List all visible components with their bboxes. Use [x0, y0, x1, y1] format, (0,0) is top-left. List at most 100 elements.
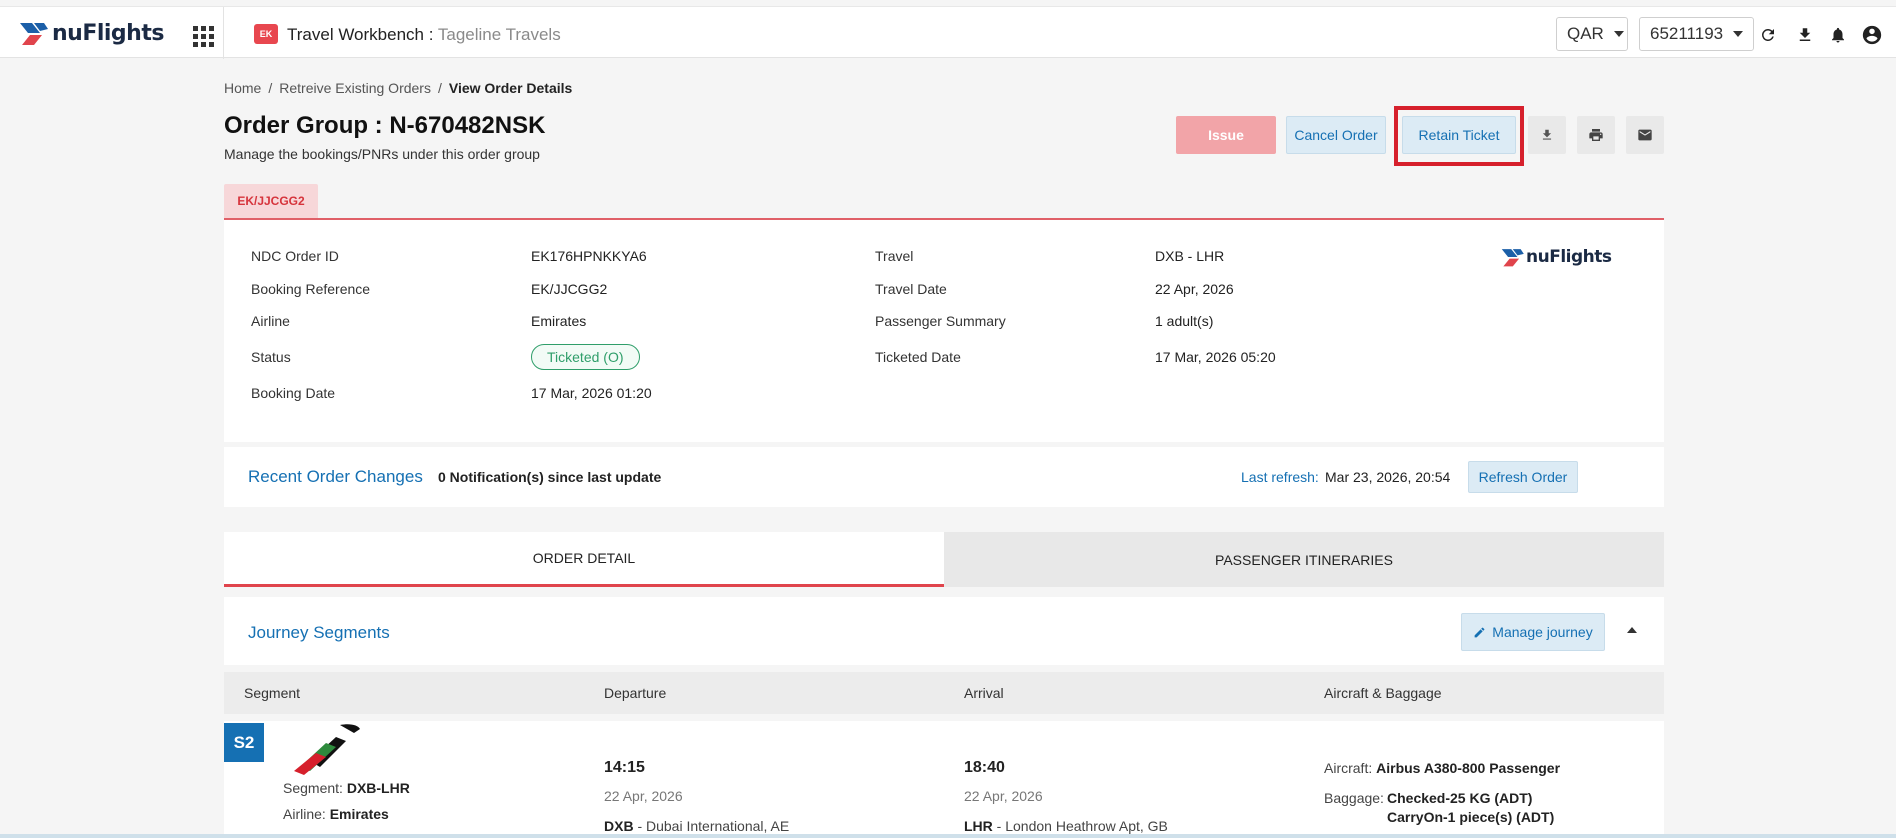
airline-label: Airline [251, 313, 290, 329]
download-order-button[interactable] [1528, 116, 1566, 154]
travel-date-label: Travel Date [875, 281, 947, 297]
page-title: Order Group : N-670482NSK [224, 112, 546, 139]
booking-date-label: Booking Date [251, 385, 336, 401]
status-badge: Ticketed (O) [531, 344, 640, 370]
segment-route-value: DXB-LHR [346, 780, 410, 796]
baggage-carryon: CarryOn-1 piece(s) (ADT) [1387, 809, 1554, 825]
departure-airport-name: - Dubai International, AE [633, 818, 790, 834]
breadcrumb-separator: / [268, 80, 273, 96]
apps-grid-icon[interactable] [188, 21, 216, 49]
print-order-button[interactable] [1577, 116, 1615, 154]
airline-value: Emirates [531, 313, 587, 329]
app-title-main: Travel Workbench : [287, 25, 438, 44]
recent-order-changes-title[interactable]: Recent Order Changes [248, 467, 423, 487]
printer-icon [1589, 129, 1603, 141]
logo-text: nuFlights [52, 20, 164, 46]
refresh-icon[interactable] [1756, 23, 1780, 47]
breadcrumb-home[interactable]: Home [224, 80, 261, 96]
table-row: S2 Segment: DXB-LHR Airline: Emirates 14… [224, 721, 1664, 838]
app-badge-icon: EK [254, 24, 278, 44]
notification-count: 0 Notification(s) since last update [438, 469, 662, 485]
recent-order-changes: Recent Order Changes 0 Notification(s) s… [224, 447, 1664, 507]
bell-icon[interactable] [1826, 23, 1850, 47]
order-details-card: NDC Order ID EK176HPNKKYA6 Booking Refer… [224, 220, 1664, 442]
emirates-logo-icon [294, 724, 360, 775]
aircraft-info: Aircraft: Airbus A380-800 Passenger [1324, 760, 1560, 776]
cancel-order-button[interactable]: Cancel Order [1286, 116, 1386, 154]
download-icon[interactable] [1793, 23, 1817, 47]
travel-label: Travel [875, 248, 914, 264]
arrival-code: LHR [964, 818, 993, 834]
passenger-summary-value: 1 adult(s) [1155, 313, 1214, 329]
manage-journey-label: Manage journey [1492, 624, 1593, 640]
breadcrumb-retrieve-orders[interactable]: Retreive Existing Orders [279, 80, 431, 96]
breadcrumb-current: View Order Details [448, 80, 573, 96]
column-arrival: Arrival [964, 685, 1004, 701]
baggage-checked: Checked-25 KG (ADT) [1387, 790, 1532, 806]
journey-segments-title: Journey Segments [248, 623, 390, 642]
passenger-summary-label: Passenger Summary [875, 313, 1006, 329]
nuflights-logo[interactable]: nuFlights [18, 17, 164, 49]
baggage-label: Baggage: [1324, 790, 1384, 806]
travel-value: DXB - LHR [1155, 248, 1225, 264]
aircraft-label: Aircraft: [1324, 760, 1373, 776]
baggage-carryon-value: CarryOn-1 piece(s) (ADT) [1387, 809, 1555, 825]
arrival-date: 22 Apr, 2026 [964, 788, 1043, 804]
breadcrumb-separator: / [437, 80, 442, 96]
account-select[interactable]: 65211193 [1639, 17, 1754, 51]
nuflights-logo-icon [1501, 249, 1524, 267]
departure-time: 14:15 [604, 759, 645, 776]
refresh-order-button[interactable]: Refresh Order [1468, 461, 1578, 493]
currency-value: QAR [1567, 24, 1604, 43]
aircraft-value: Airbus A380-800 Passenger [1376, 760, 1561, 776]
main-tabs: ORDER DETAIL PASSENGER ITINERARIES [224, 532, 1664, 587]
travel-date-value: 22 Apr, 2026 [1155, 281, 1234, 297]
arrival-airport-name: - London Heathrow Apt, GB [992, 818, 1168, 834]
breadcrumb: Home / Retreive Existing Orders / View O… [224, 80, 572, 96]
departure-airport: DXB - Dubai International, AE [604, 818, 789, 834]
column-aircraft-baggage: Aircraft & Baggage [1324, 685, 1442, 701]
arrival-airport: LHR - London Heathrow Apt, GB [964, 818, 1168, 834]
ticketed-date-label: Ticketed Date [875, 349, 961, 365]
journey-segments-header: Journey Segments Manage journey [224, 597, 1664, 665]
download-icon [1542, 129, 1552, 140]
baggage-checked-value: Checked-25 KG (ADT) [1387, 790, 1533, 806]
currency-select[interactable]: QAR [1556, 17, 1628, 51]
ndc-order-id-label: NDC Order ID [251, 248, 339, 264]
issue-button[interactable]: Issue [1176, 116, 1276, 154]
ndc-order-id-value: EK176HPNKKYA6 [531, 248, 647, 264]
segment-table-header: Segment Departure Arrival Aircraft & Bag… [224, 672, 1664, 714]
segment-airline-value: Emirates [329, 806, 389, 822]
tab-passenger-itineraries[interactable]: PASSENGER ITINERARIES [944, 532, 1664, 587]
user-account-icon[interactable] [1860, 23, 1884, 47]
column-departure: Departure [604, 685, 667, 701]
app-title: Travel Workbench : Tageline Travels [287, 25, 561, 45]
manage-journey-button[interactable]: Manage journey [1461, 613, 1605, 651]
segment-airline: Airline: Emirates [283, 806, 389, 822]
page-subtitle: Manage the bookings/PNRs under this orde… [224, 146, 540, 162]
segment-route: Segment: DXB-LHR [283, 780, 410, 796]
booking-ref-label: Booking Reference [251, 281, 371, 297]
chevron-down-icon [1733, 31, 1744, 37]
card-logo-text: nuFlights [1526, 247, 1612, 267]
chevron-down-icon [1613, 31, 1624, 37]
ticketed-date-value: 17 Mar, 2026 05:20 [1155, 349, 1276, 365]
nuflights-logo-icon [20, 23, 48, 45]
last-refresh-label: Last refresh: [1241, 469, 1319, 485]
app-title-agency: Tageline Travels [437, 25, 561, 44]
card-nuflights-logo: nuFlights [1500, 246, 1612, 268]
email-order-button[interactable] [1626, 116, 1664, 154]
retain-ticket-button[interactable]: Retain Ticket [1402, 116, 1516, 154]
booking-ref-value: EK/JJCGG2 [531, 281, 608, 297]
departure-date: 22 Apr, 2026 [604, 788, 683, 804]
pnr-tab[interactable]: EK/JJCGG2 [224, 184, 318, 218]
tab-order-detail[interactable]: ORDER DETAIL [224, 532, 944, 587]
segment-route-label: Segment: [283, 780, 343, 796]
header-divider [223, 7, 224, 59]
arrival-time: 18:40 [964, 759, 1005, 776]
mail-icon [1638, 129, 1652, 141]
segment-badge: S2 [224, 723, 264, 762]
bottom-scroll-edge [0, 834, 1896, 838]
departure-code: DXB [604, 818, 634, 834]
chevron-up-icon[interactable] [1627, 627, 1637, 633]
